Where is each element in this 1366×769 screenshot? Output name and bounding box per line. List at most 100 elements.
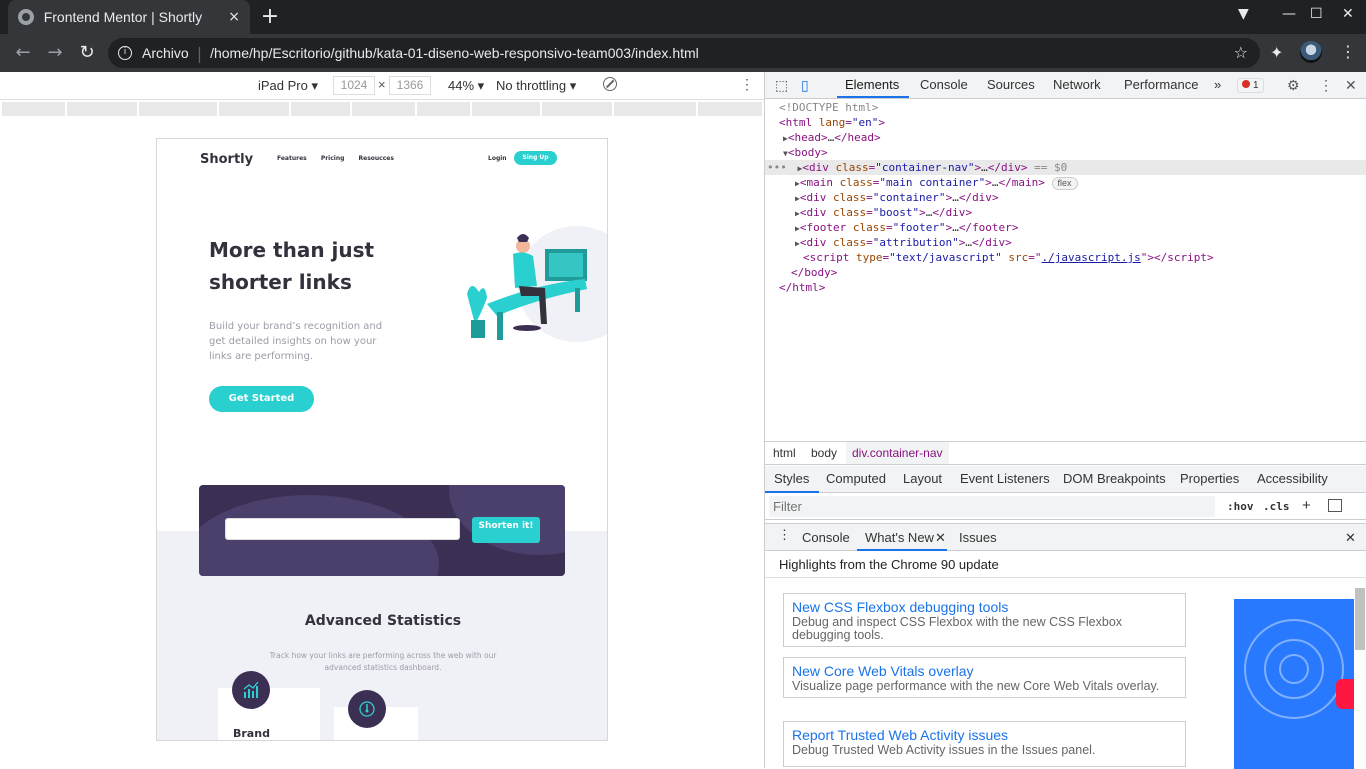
- tab-console[interactable]: Console: [920, 77, 968, 92]
- more-tabs-icon[interactable]: »: [1214, 77, 1221, 92]
- sidebar-toggle-icon[interactable]: [1328, 499, 1342, 512]
- dom-head[interactable]: ▶<head>…</head>: [783, 130, 1366, 145]
- bookmark-star-icon[interactable]: ☆: [1234, 43, 1248, 62]
- dom-row-main[interactable]: ▶<main class="main container">…</main> f…: [795, 175, 1366, 190]
- dom-row-boost[interactable]: ▶<div class="boost">…</div>: [795, 205, 1366, 220]
- new-rule-icon[interactable]: +: [1302, 497, 1311, 514]
- tab-styles[interactable]: Styles: [774, 471, 809, 486]
- tab-computed[interactable]: Computed: [826, 471, 886, 486]
- styles-filter-input[interactable]: [769, 496, 1215, 517]
- url-text[interactable]: /home/hp/Escritorio/github/kata-01-disen…: [210, 45, 699, 61]
- dom-body-close[interactable]: </body>: [791, 265, 1366, 280]
- drawer-tab-whats-new[interactable]: What's New: [865, 530, 934, 545]
- browser-tab[interactable]: Frontend Mentor | Shortly ×: [8, 0, 250, 34]
- tab-accessibility[interactable]: Accessibility: [1257, 471, 1328, 486]
- settings-gear-icon[interactable]: ⚙: [1287, 77, 1300, 94]
- close-drawer-icon[interactable]: ✕: [1345, 530, 1356, 546]
- device-more-icon[interactable]: ⋮: [740, 76, 754, 93]
- info-icon[interactable]: i: [118, 46, 132, 60]
- hover-state-toggle[interactable]: :hov: [1227, 500, 1254, 513]
- tab-search-icon[interactable]: ▼: [1238, 6, 1249, 22]
- browser-toolbar: ← → ↻ i Archivo | /home/hp/Escritorio/gi…: [0, 34, 1366, 72]
- browser-menu-icon[interactable]: ⋮: [1340, 42, 1356, 61]
- back-icon[interactable]: ←: [12, 42, 34, 63]
- dom-html-open[interactable]: <html lang="en">: [779, 115, 1366, 130]
- close-tab-icon[interactable]: ×: [228, 9, 240, 25]
- extensions-icon[interactable]: ✦: [1270, 43, 1283, 62]
- login-link[interactable]: Login: [488, 155, 507, 162]
- class-toggle[interactable]: .cls: [1263, 500, 1290, 513]
- device-select[interactable]: iPad Pro ▾: [258, 78, 318, 94]
- signup-button[interactable]: Sing Up: [514, 151, 557, 165]
- stats-description: Track how your links are performing acro…: [269, 651, 497, 672]
- shorten-button[interactable]: Shorten it!: [472, 517, 540, 543]
- address-bar[interactable]: i Archivo | /home/hp/Escritorio/github/k…: [108, 38, 1260, 68]
- chrome-90-illustration: [1234, 599, 1354, 769]
- whats-new-item-desc: Debug and inspect CSS Flexbox with the n…: [792, 615, 1123, 642]
- shorten-url-input[interactable]: [225, 518, 460, 540]
- tab-event-listeners[interactable]: Event Listeners: [960, 471, 1050, 486]
- rotate-icon[interactable]: [603, 77, 617, 91]
- close-devtools-icon[interactable]: ✕: [1345, 77, 1357, 94]
- close-window-icon[interactable]: ✕: [1342, 6, 1354, 22]
- tab-sources[interactable]: Sources: [987, 77, 1035, 92]
- throttling-select[interactable]: No throttling ▾: [496, 78, 576, 94]
- whats-new-item[interactable]: Report Trusted Web Activity issues Debug…: [783, 721, 1186, 767]
- dom-row-footer[interactable]: ▶<footer class="footer">…</footer>: [795, 220, 1366, 235]
- media-query-ruler[interactable]: [2, 102, 762, 116]
- height-input[interactable]: 1366: [389, 76, 431, 95]
- breadcrumb-body[interactable]: body: [811, 446, 837, 460]
- active-tab-indicator: [837, 96, 909, 98]
- dom-body-open[interactable]: ▼<body>: [783, 145, 1366, 160]
- script-src-link[interactable]: ./javascript.js: [1041, 251, 1140, 264]
- breadcrumb-html[interactable]: html: [773, 446, 796, 460]
- new-tab-button[interactable]: +: [260, 4, 280, 30]
- nav-link-pricing[interactable]: Pricing: [321, 155, 345, 162]
- dom-html-close[interactable]: </html>: [779, 280, 1366, 295]
- tab-title: Frontend Mentor | Shortly: [43, 9, 203, 25]
- dimension-separator: ×: [378, 77, 386, 92]
- whats-new-item[interactable]: New Core Web Vitals overlay Visualize pa…: [783, 657, 1186, 698]
- flex-badge[interactable]: flex: [1051, 177, 1078, 190]
- breadcrumb-container-nav[interactable]: div.container-nav: [846, 442, 949, 464]
- devtools-menu-icon[interactable]: ⋮: [1319, 77, 1333, 94]
- inspect-element-icon[interactable]: ⬚: [775, 77, 788, 94]
- shorten-form: Shorten it!: [199, 485, 565, 576]
- drawer-tab-issues[interactable]: Issues: [959, 530, 997, 545]
- dom-row-container[interactable]: ▶<div class="container">…</div>: [795, 190, 1366, 205]
- reload-icon[interactable]: ↻: [76, 42, 98, 63]
- drawer-menu-icon[interactable]: ⋮: [778, 527, 791, 543]
- dom-row-script[interactable]: <script type="text/javascript" src="./ja…: [803, 250, 1366, 265]
- tab-performance[interactable]: Performance: [1124, 77, 1198, 92]
- tab-dom-breakpoints[interactable]: DOM Breakpoints: [1063, 471, 1166, 486]
- whats-new-item-title[interactable]: New Core Web Vitals overlay: [792, 662, 1177, 680]
- tab-layout[interactable]: Layout: [903, 471, 942, 486]
- forward-icon[interactable]: →: [44, 42, 66, 63]
- whats-new-item[interactable]: New CSS Flexbox debugging tools Debug an…: [783, 593, 1186, 647]
- dom-doctype[interactable]: <!DOCTYPE html>: [779, 100, 1366, 115]
- styles-tab-bar: Styles Computed Layout Event Listeners D…: [765, 466, 1366, 493]
- nav-link-resources[interactable]: Resoucces: [359, 155, 394, 162]
- error-count-badge[interactable]: 1: [1237, 78, 1264, 93]
- profile-avatar[interactable]: [1300, 41, 1322, 63]
- close-whats-new-icon[interactable]: ✕: [935, 530, 946, 546]
- device-toggle-icon[interactable]: ▯: [801, 77, 809, 94]
- maximize-icon[interactable]: ☐: [1310, 6, 1323, 22]
- tab-elements[interactable]: Elements: [845, 77, 899, 92]
- width-input[interactable]: 1024: [333, 76, 375, 95]
- tab-properties[interactable]: Properties: [1180, 471, 1239, 486]
- tab-network[interactable]: Network: [1053, 77, 1101, 92]
- whats-new-item-title[interactable]: New CSS Flexbox debugging tools: [792, 598, 1177, 616]
- site-logo[interactable]: Shortly: [200, 152, 253, 167]
- whats-new-scrollbar[interactable]: [1355, 588, 1365, 650]
- whats-new-item-title[interactable]: Report Trusted Web Activity issues: [792, 726, 1177, 744]
- get-started-button[interactable]: Get Started: [209, 386, 314, 412]
- whats-new-body: New CSS Flexbox debugging tools Debug an…: [765, 577, 1366, 769]
- minimize-icon[interactable]: —: [1282, 6, 1296, 22]
- dom-row-attribution[interactable]: ▶<div class="attribution">…</div>: [795, 235, 1366, 250]
- dom-row-container-nav[interactable]: ••• ▶<div class="container-nav">…</div> …: [765, 160, 1366, 175]
- whats-new-heading: Highlights from the Chrome 90 update: [779, 557, 999, 572]
- zoom-select[interactable]: 44% ▾: [448, 78, 484, 94]
- nav-link-features[interactable]: Features: [277, 155, 307, 162]
- drawer-tab-console[interactable]: Console: [802, 530, 850, 545]
